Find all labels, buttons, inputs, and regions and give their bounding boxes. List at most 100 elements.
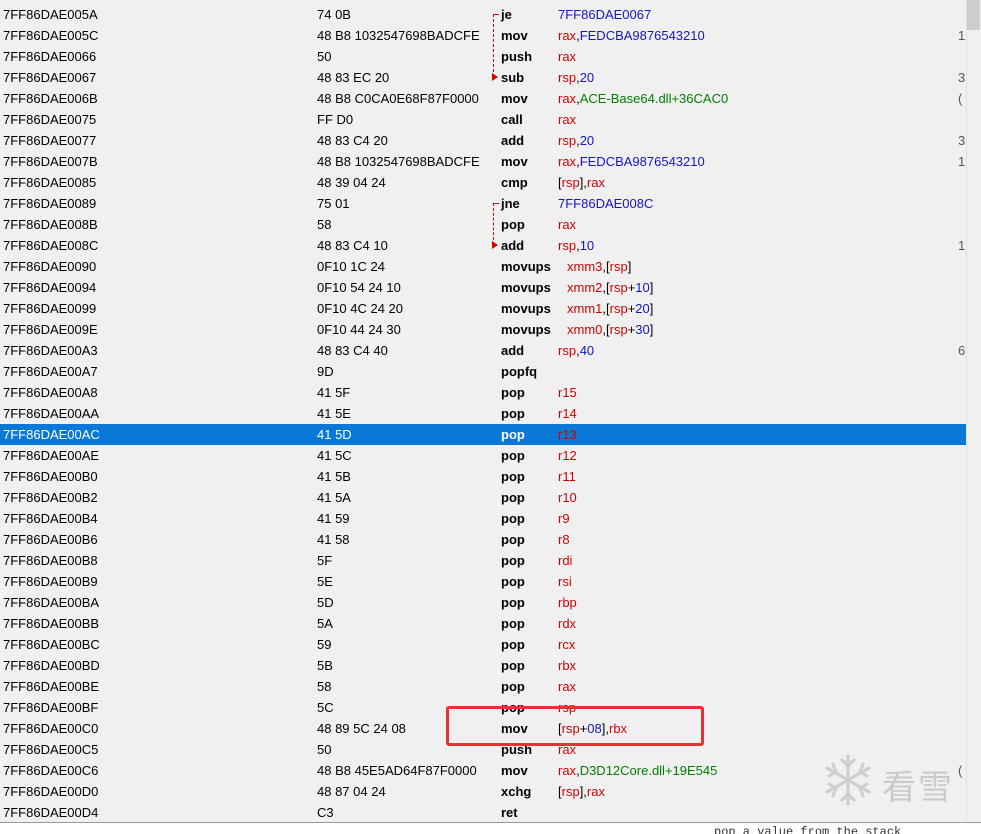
disasm-row[interactable]: 7FF86DAE0066 50 push rax (0, 46, 966, 67)
disasm-row[interactable]: 7FF86DAE00B2 41 5A pop r10 (0, 487, 966, 508)
operands: 7FF86DAE008C (558, 193, 653, 214)
address: 7FF86DAE00D4 (3, 805, 99, 820)
disasm-row[interactable]: 7FF86DAE00AE 41 5C pop r12 (0, 445, 966, 466)
disasm-row[interactable]: 7FF86DAE007B 48 B8 1032547698BADCFE mov rax… (0, 151, 966, 172)
disasm-row[interactable]: 7FF86DAE00B0 41 5B pop r11 (0, 466, 966, 487)
disasm-row[interactable]: 7FF86DAE00B9 5E pop rsi (0, 571, 966, 592)
operand-part: ,[ (602, 259, 610, 274)
operands: rsp,20 (558, 130, 594, 151)
address: 7FF86DAE007B (3, 154, 98, 169)
operand-part: ], (579, 784, 587, 799)
operand-part: xmm1 (567, 301, 603, 316)
operands: rax,FEDCBA9876543210 (558, 25, 705, 46)
disasm-row[interactable]: 7FF86DAE00A3 48 83 C4 40 add rsp,40 6 (0, 340, 966, 361)
operands: rax (558, 46, 576, 67)
mnemonic: call (501, 112, 523, 127)
disasm-row[interactable]: 7FF86DAE008C 48 83 C4 10 add rsp,10 1 (0, 235, 966, 256)
disasm-row[interactable]: 7FF86DAE0067 48 83 EC 20 sub rsp,20 3 (0, 67, 966, 88)
mnemonic: pop (501, 490, 525, 505)
info-bar: pop a value from the stack (0, 822, 981, 834)
operand-part: rsp (558, 343, 577, 358)
opcode-bytes: 41 5A (317, 490, 351, 505)
mnemonic: pop (501, 637, 525, 652)
operand-part: rax (586, 784, 605, 799)
mnemonic: pop (501, 385, 525, 400)
disasm-row[interactable]: 7FF86DAE00B4 41 59 pop r9 (0, 508, 966, 529)
opcode-bytes: 48 B8 1032547698BADCFE (317, 28, 480, 43)
operand-part: rsi (558, 574, 572, 589)
operands: rcx (558, 634, 575, 655)
operand-part: rax (558, 154, 577, 169)
disasm-row[interactable]: 7FF86DAE0090 0F10 1C 24 movups xmm3,[rsp] (0, 256, 966, 277)
disasm-row[interactable]: 7FF86DAE0094 0F10 54 24 10 movups xmm2,[rsp… (0, 277, 966, 298)
disasm-row[interactable]: 7FF86DAE00B8 5F pop rdi (0, 550, 966, 571)
scrollbar-thumb[interactable] (967, 0, 980, 30)
disasm-row[interactable]: 7FF86DAE005C 48 B8 1032547698BADCFE mov rax… (0, 25, 966, 46)
operands: r13 (558, 424, 577, 445)
operand-part: rdi (558, 553, 573, 568)
mnemonic: movups (501, 322, 551, 337)
operands: 7FF86DAE0067 (558, 4, 651, 25)
disasm-row[interactable]: 7FF86DAE0075 FF D0 call rax (0, 109, 966, 130)
disasm-row[interactable]: 7FF86DAE00BC 59 pop rcx (0, 634, 966, 655)
vertical-scrollbar[interactable] (966, 0, 981, 822)
disasm-row[interactable]: 7FF86DAE005A 74 0B je 7FF86DAE0067 (0, 4, 966, 25)
opcode-bytes: 48 83 C4 10 (317, 238, 388, 253)
mnemonic: movups (501, 301, 551, 316)
mnemonic: pop (501, 616, 525, 631)
disasm-row[interactable]: 7FF86DAE00BB 5A pop rdx (0, 613, 966, 634)
opcode-bytes: 48 87 04 24 (317, 784, 386, 799)
address: 7FF86DAE0077 (3, 133, 97, 148)
address: 7FF86DAE00B6 (3, 532, 98, 547)
operand-part: 7FF86DAE0067 (558, 7, 652, 22)
operand-part: r14 (558, 406, 577, 421)
disasm-row[interactable]: 7FF86DAE00A7 9D popfq (0, 361, 966, 382)
annotation-highlight-box (446, 706, 704, 746)
disasm-row-selected[interactable]: 7FF86DAE00AC 41 5D pop r13 (0, 424, 966, 445)
disasm-row[interactable]: 7FF86DAE00B6 41 58 pop r8 (0, 529, 966, 550)
disasm-row[interactable]: 7FF86DAE00BE 58 pop rax (0, 676, 966, 697)
operand-part: rax (558, 91, 577, 106)
opcode-bytes: 0F10 4C 24 20 (317, 301, 404, 316)
operands: r9 (558, 508, 570, 529)
address: 7FF86DAE00D0 (3, 784, 99, 799)
disasm-row[interactable]: 7FF86DAE0099 0F10 4C 24 20 movups xmm1,[rsp… (0, 298, 966, 319)
disasm-row[interactable]: 7FF86DAE00AA 41 5E pop r14 (0, 403, 966, 424)
operand-part: ] (627, 259, 632, 274)
disasm-row[interactable]: 7FF86DAE008B 58 pop rax (0, 214, 966, 235)
disasm-row[interactable]: 7FF86DAE0085 48 39 04 24 cmp [rsp],rax (0, 172, 966, 193)
disassembly-view[interactable]: 7FF86DAE005A 74 0B je 7FF86DAE0067 7FF86DAE0… (0, 0, 966, 822)
address: 7FF86DAE00BB (3, 616, 100, 631)
opcode-bytes: 5B (317, 658, 333, 673)
disasm-row[interactable]: 7FF86DAE00BD 5B pop rbx (0, 655, 966, 676)
disasm-row[interactable]: 7FF86DAE0077 48 83 C4 20 add rsp,20 3 (0, 130, 966, 151)
operands: r11 (558, 466, 576, 487)
disasm-row[interactable]: 7FF86DAE00A8 41 5F pop r15 (0, 382, 966, 403)
disasm-row[interactable]: 7FF86DAE009E 0F10 44 24 30 movups xmm0,[rsp… (0, 319, 966, 340)
mnemonic: movups (501, 259, 551, 274)
opcode-bytes: 5F (317, 553, 333, 568)
snowflake-icon (825, 754, 871, 806)
disasm-row[interactable]: 7FF86DAE00BA 5D pop rbp (0, 592, 966, 613)
disasm-row[interactable]: 7FF86DAE006B 48 B8 C0CA0E68F87F0000 mov rax… (0, 88, 966, 109)
address: 7FF86DAE00BC (3, 637, 100, 652)
operands: rax,D3D12Core.dll+19E545 (558, 760, 717, 781)
operands: r10 (558, 487, 577, 508)
mnemonic: pop (501, 679, 525, 694)
operand-part: 30 (635, 322, 650, 337)
comment: 1 (958, 28, 966, 43)
opcode-bytes: 48 B8 1032547698BADCFE (317, 154, 480, 169)
address: 7FF86DAE00AA (3, 406, 100, 421)
opcode-bytes: 50 (317, 742, 332, 757)
address: 7FF86DAE00A8 (3, 385, 98, 400)
operand-part: ,[ (602, 301, 610, 316)
opcode-bytes: 59 (317, 637, 332, 652)
opcode-bytes: 48 89 5C 24 08 (317, 721, 406, 736)
operands: r12 (558, 445, 577, 466)
opcode-bytes: 5C (317, 700, 334, 715)
operand-part: 10 (635, 280, 650, 295)
disasm-row[interactable]: 7FF86DAE0089 75 01 jne 7FF86DAE008C (0, 193, 966, 214)
comment: 3 (958, 70, 966, 85)
jump-arrow-head-icon (492, 241, 498, 249)
operand-part: 20 (579, 70, 595, 85)
